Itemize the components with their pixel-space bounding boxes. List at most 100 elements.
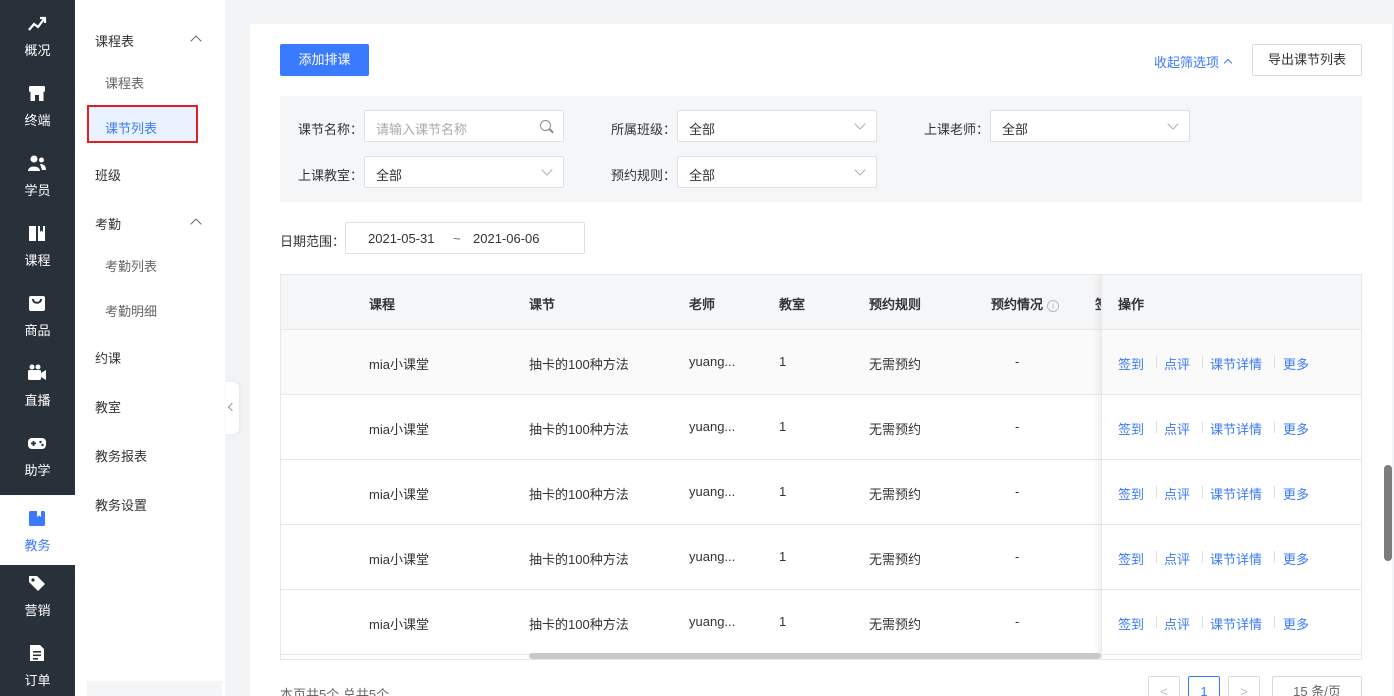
cell-teacher: yuang... [689,484,736,499]
collapse-filters-link[interactable]: 收起筛选项 [1154,52,1233,71]
cell-lesson: 抽卡的100种方法 [529,552,629,567]
class-select[interactable]: 全部 [677,110,877,142]
rail-item-live[interactable]: 直播 [0,350,75,420]
next-page-button[interactable]: > [1228,676,1260,696]
more-link[interactable]: 更多 [1283,419,1309,438]
chevron-up-icon[interactable] [190,35,202,47]
divider [1156,421,1157,433]
calendar-icon [29,511,45,526]
rail-item-terminal[interactable]: 终端 [0,70,75,140]
lesson-name-input[interactable]: 请输入课节名称 [364,110,564,142]
detail-link[interactable]: 课节详情 [1210,549,1262,568]
subnav-item-settings[interactable]: 教务设置 [95,495,147,514]
store-icon [29,86,45,101]
info-icon[interactable]: i [1047,300,1060,312]
subnav-item-attendance-detail[interactable]: 考勤明细 [105,301,157,320]
checkin-link[interactable]: 签到 [1118,419,1144,438]
more-link[interactable]: 更多 [1283,614,1309,633]
subnav-item-class[interactable]: 班级 [95,165,121,184]
more-link[interactable]: 更多 [1283,354,1309,373]
rail-item-marketing[interactable]: 营销 [0,560,75,630]
rail-item-students[interactable]: 学员 [0,140,75,210]
rail-item-study-aid[interactable]: 助学 [0,420,75,490]
actions-column: 操作 签到 点评 课节详情 更多 签到 点评 课节详情 更多 签到 点评 课节详… [1101,275,1361,659]
page-size-select[interactable]: 15 条/页 [1272,676,1362,696]
add-schedule-button[interactable]: 添加排课 [280,44,369,76]
rail-item-academic[interactable]: 教务 [0,495,75,565]
rail-item-goods[interactable]: 商品 [0,280,75,350]
review-link[interactable]: 点评 [1164,484,1190,503]
subnav-group-schedule[interactable]: 课程表 [95,31,134,50]
cell-room: 1 [779,549,787,564]
export-lesson-list-button[interactable]: 导出课节列表 [1252,44,1362,76]
col-course: 课程 [369,297,396,312]
teacher-select[interactable]: 全部 [990,110,1190,142]
rail-item-courses[interactable]: 课程 [0,210,75,280]
detail-link[interactable]: 课节详情 [1210,614,1262,633]
rail-item-overview[interactable]: 概况 [0,0,75,70]
subnav-item-schedule[interactable]: 课程表 [105,73,144,92]
divider [1274,421,1275,433]
rail-label: 商品 [24,323,51,338]
checkin-link[interactable]: 签到 [1118,614,1144,633]
collapse-sidebar-toggle[interactable] [225,382,239,434]
chevron-down-icon [1167,118,1179,130]
rule-select[interactable]: 全部 [677,156,877,188]
chart-up-icon [28,16,47,31]
rule-select-value: 全部 [689,168,716,183]
review-link[interactable]: 点评 [1164,614,1190,633]
subnav-item-attendance-list[interactable]: 考勤列表 [105,256,157,275]
review-link[interactable]: 点评 [1164,419,1190,438]
rail-label: 概况 [24,43,51,58]
checkin-link[interactable]: 签到 [1118,354,1144,373]
chevron-left-icon [227,402,237,412]
filter-panel: 课节名称： 请输入课节名称 所属班级： 全部 上课老师： 全部 上课教室： 全部… [280,96,1362,202]
cell-teacher: yuang... [689,419,736,434]
divider [1202,486,1203,498]
col-rule: 预约规则 [869,297,922,312]
cell-rule: 无需预约 [869,487,922,502]
prev-page-button[interactable]: < [1148,676,1180,696]
lesson-table: 课程 课节 老师 教室 预约规则 预约情况i 签 mia小课堂 抽卡的100种方… [280,274,1362,660]
col-lesson: 课节 [529,297,556,312]
more-link[interactable]: 更多 [1283,484,1309,503]
teacher-label: 上课老师： [924,122,990,137]
table-horizontal-scrollbar[interactable] [529,653,1101,659]
subnav-group-attendance[interactable]: 考勤 [95,214,121,233]
divider [1156,551,1157,563]
actions-row: 签到 点评 课节详情 更多 [1102,460,1361,525]
cell-rule: 无需预约 [869,552,922,567]
page-vertical-scrollbar[interactable] [1384,465,1392,561]
chevron-up-icon[interactable] [190,218,202,230]
page-1-button[interactable]: 1 [1188,676,1220,696]
cell-lesson: 抽卡的100种方法 [529,422,629,437]
subnav-item-booking[interactable]: 约课 [95,348,121,367]
book-icon [29,226,45,241]
cell-room: 1 [779,354,787,369]
checkin-link[interactable]: 签到 [1118,549,1144,568]
subnav-item-label: 课节列表 [105,121,158,136]
more-link[interactable]: 更多 [1283,549,1309,568]
cell-lesson: 抽卡的100种方法 [529,357,629,372]
class-select-value: 全部 [689,122,716,137]
lesson-name-label: 课节名称： [298,122,364,137]
cell-lesson: 抽卡的100种方法 [529,487,629,502]
pagination-summary: 本页共5个 总共5个 [280,687,390,696]
cell-status: - [1015,354,1020,369]
date-range-picker[interactable]: 2021-05-31 ~ 2021-06-06 [345,222,585,254]
review-link[interactable]: 点评 [1164,549,1190,568]
detail-link[interactable]: 课节详情 [1210,419,1262,438]
detail-link[interactable]: 课节详情 [1210,484,1262,503]
room-select[interactable]: 全部 [364,156,564,188]
col-teacher: 老师 [689,297,716,312]
subnav-item-report[interactable]: 教务报表 [95,446,147,465]
subnav-item-classroom[interactable]: 教室 [95,397,121,416]
checkin-link[interactable]: 签到 [1118,484,1144,503]
detail-link[interactable]: 课节详情 [1210,354,1262,373]
col-room: 教室 [779,297,806,312]
review-link[interactable]: 点评 [1164,354,1190,373]
rail-item-orders[interactable]: 订单 [0,630,75,696]
cell-room: 1 [779,614,787,629]
subnav-item-lesson-list[interactable]: 课节列表 [87,105,198,143]
date-end: 2021-06-06 [473,231,540,246]
